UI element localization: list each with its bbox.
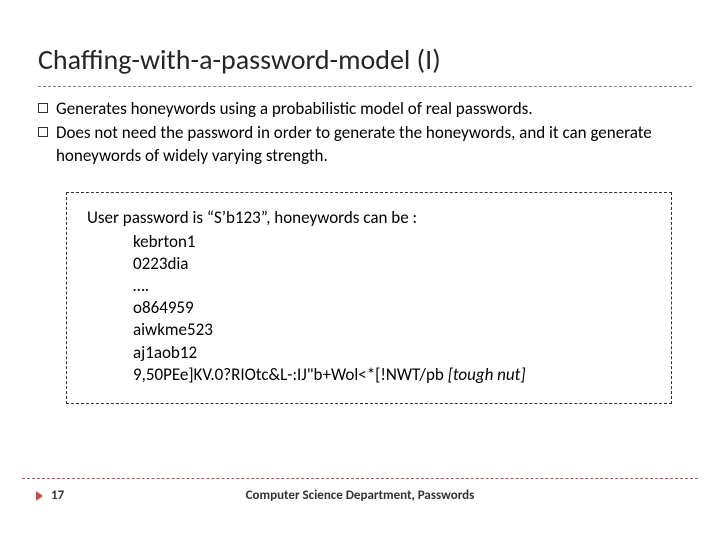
honeyword-item: kebrton1 xyxy=(133,231,653,253)
slide: Chaffing-with-a-password-model (I) Gener… xyxy=(0,0,720,540)
honeyword-item: aiwkme523 xyxy=(133,319,653,341)
slide-title: Chaffing-with-a-password-model (I) xyxy=(38,42,441,77)
title-divider xyxy=(38,86,692,87)
bullet-text: Generates honeywords using a probabilist… xyxy=(56,98,680,120)
example-box: User password is “S’b123”, honeywords ca… xyxy=(66,192,672,404)
bullet-item: Generates honeywords using a probabilist… xyxy=(38,98,680,120)
honeyword-item: 9,50PEe]KV.0?RIOtc&L-:IJ"b+Wol<*[!NWT/pb… xyxy=(133,364,653,386)
footer-divider xyxy=(22,478,698,479)
footer: 17 Computer Science Department, Password… xyxy=(0,488,720,518)
footer-text: Computer Science Department, Passwords xyxy=(0,488,720,503)
example-intro: User password is “S’b123”, honeywords ca… xyxy=(87,207,653,229)
honeyword-item: …. xyxy=(133,275,653,297)
tough-nut-label: [tough nut] xyxy=(448,364,526,385)
bullet-item: Does not need the password in order to g… xyxy=(38,122,680,167)
bullet-list: Generates honeywords using a probabilist… xyxy=(38,98,680,169)
honeyword-text: 9,50PEe]KV.0?RIOtc&L-:IJ"b+Wol<*[!NWT/pb xyxy=(133,364,448,385)
bullet-text: Does not need the password in order to g… xyxy=(56,122,680,167)
honeyword-item: aj1aob12 xyxy=(133,342,653,364)
honeyword-list: kebrton1 0223dia …. o864959 aiwkme523 aj… xyxy=(87,231,653,386)
bullet-marker-icon xyxy=(38,103,48,113)
honeyword-item: o864959 xyxy=(133,297,653,319)
bullet-marker-icon xyxy=(38,127,48,137)
honeyword-item: 0223dia xyxy=(133,253,653,275)
